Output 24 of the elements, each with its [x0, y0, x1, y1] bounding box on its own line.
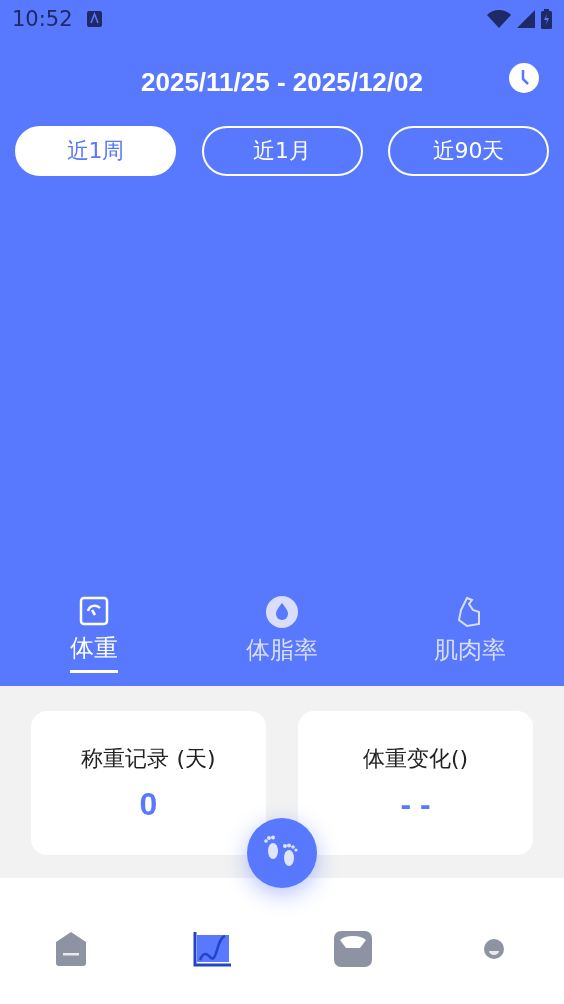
period-tab[interactable]: 近1周: [15, 126, 176, 176]
stat-value: 0: [139, 785, 158, 823]
period-tab[interactable]: 近1月: [201, 126, 363, 176]
wifi-icon: [487, 10, 511, 28]
clock-icon[interactable]: [508, 62, 540, 94]
water-drop-icon: [266, 596, 298, 628]
stat-label: 称重记录 (天): [81, 744, 216, 773]
date-range: 2025/11/25 - 2025/12/02: [141, 66, 423, 98]
metric-tab[interactable]: 肌肉率: [376, 596, 564, 686]
battery-icon: [541, 9, 552, 29]
metric-tab[interactable]: 体脂率: [188, 596, 376, 686]
keyboard-notification-icon: [86, 11, 102, 27]
metric-tab[interactable]: 体重: [0, 596, 188, 686]
status-time: 10:52: [12, 7, 73, 31]
chart-icon[interactable]: [192, 931, 231, 967]
signal-icon: [517, 10, 535, 28]
scale-icon[interactable]: [333, 931, 372, 967]
period-tab[interactable]: 近90天: [388, 126, 549, 176]
scale-icon: [79, 596, 109, 626]
arm-muscle-icon: [457, 596, 483, 628]
profile-icon[interactable]: [483, 939, 504, 959]
home-icon[interactable]: [54, 931, 87, 967]
stat-value: - -: [400, 785, 431, 823]
stat-label: 体重变化(): [362, 744, 469, 773]
